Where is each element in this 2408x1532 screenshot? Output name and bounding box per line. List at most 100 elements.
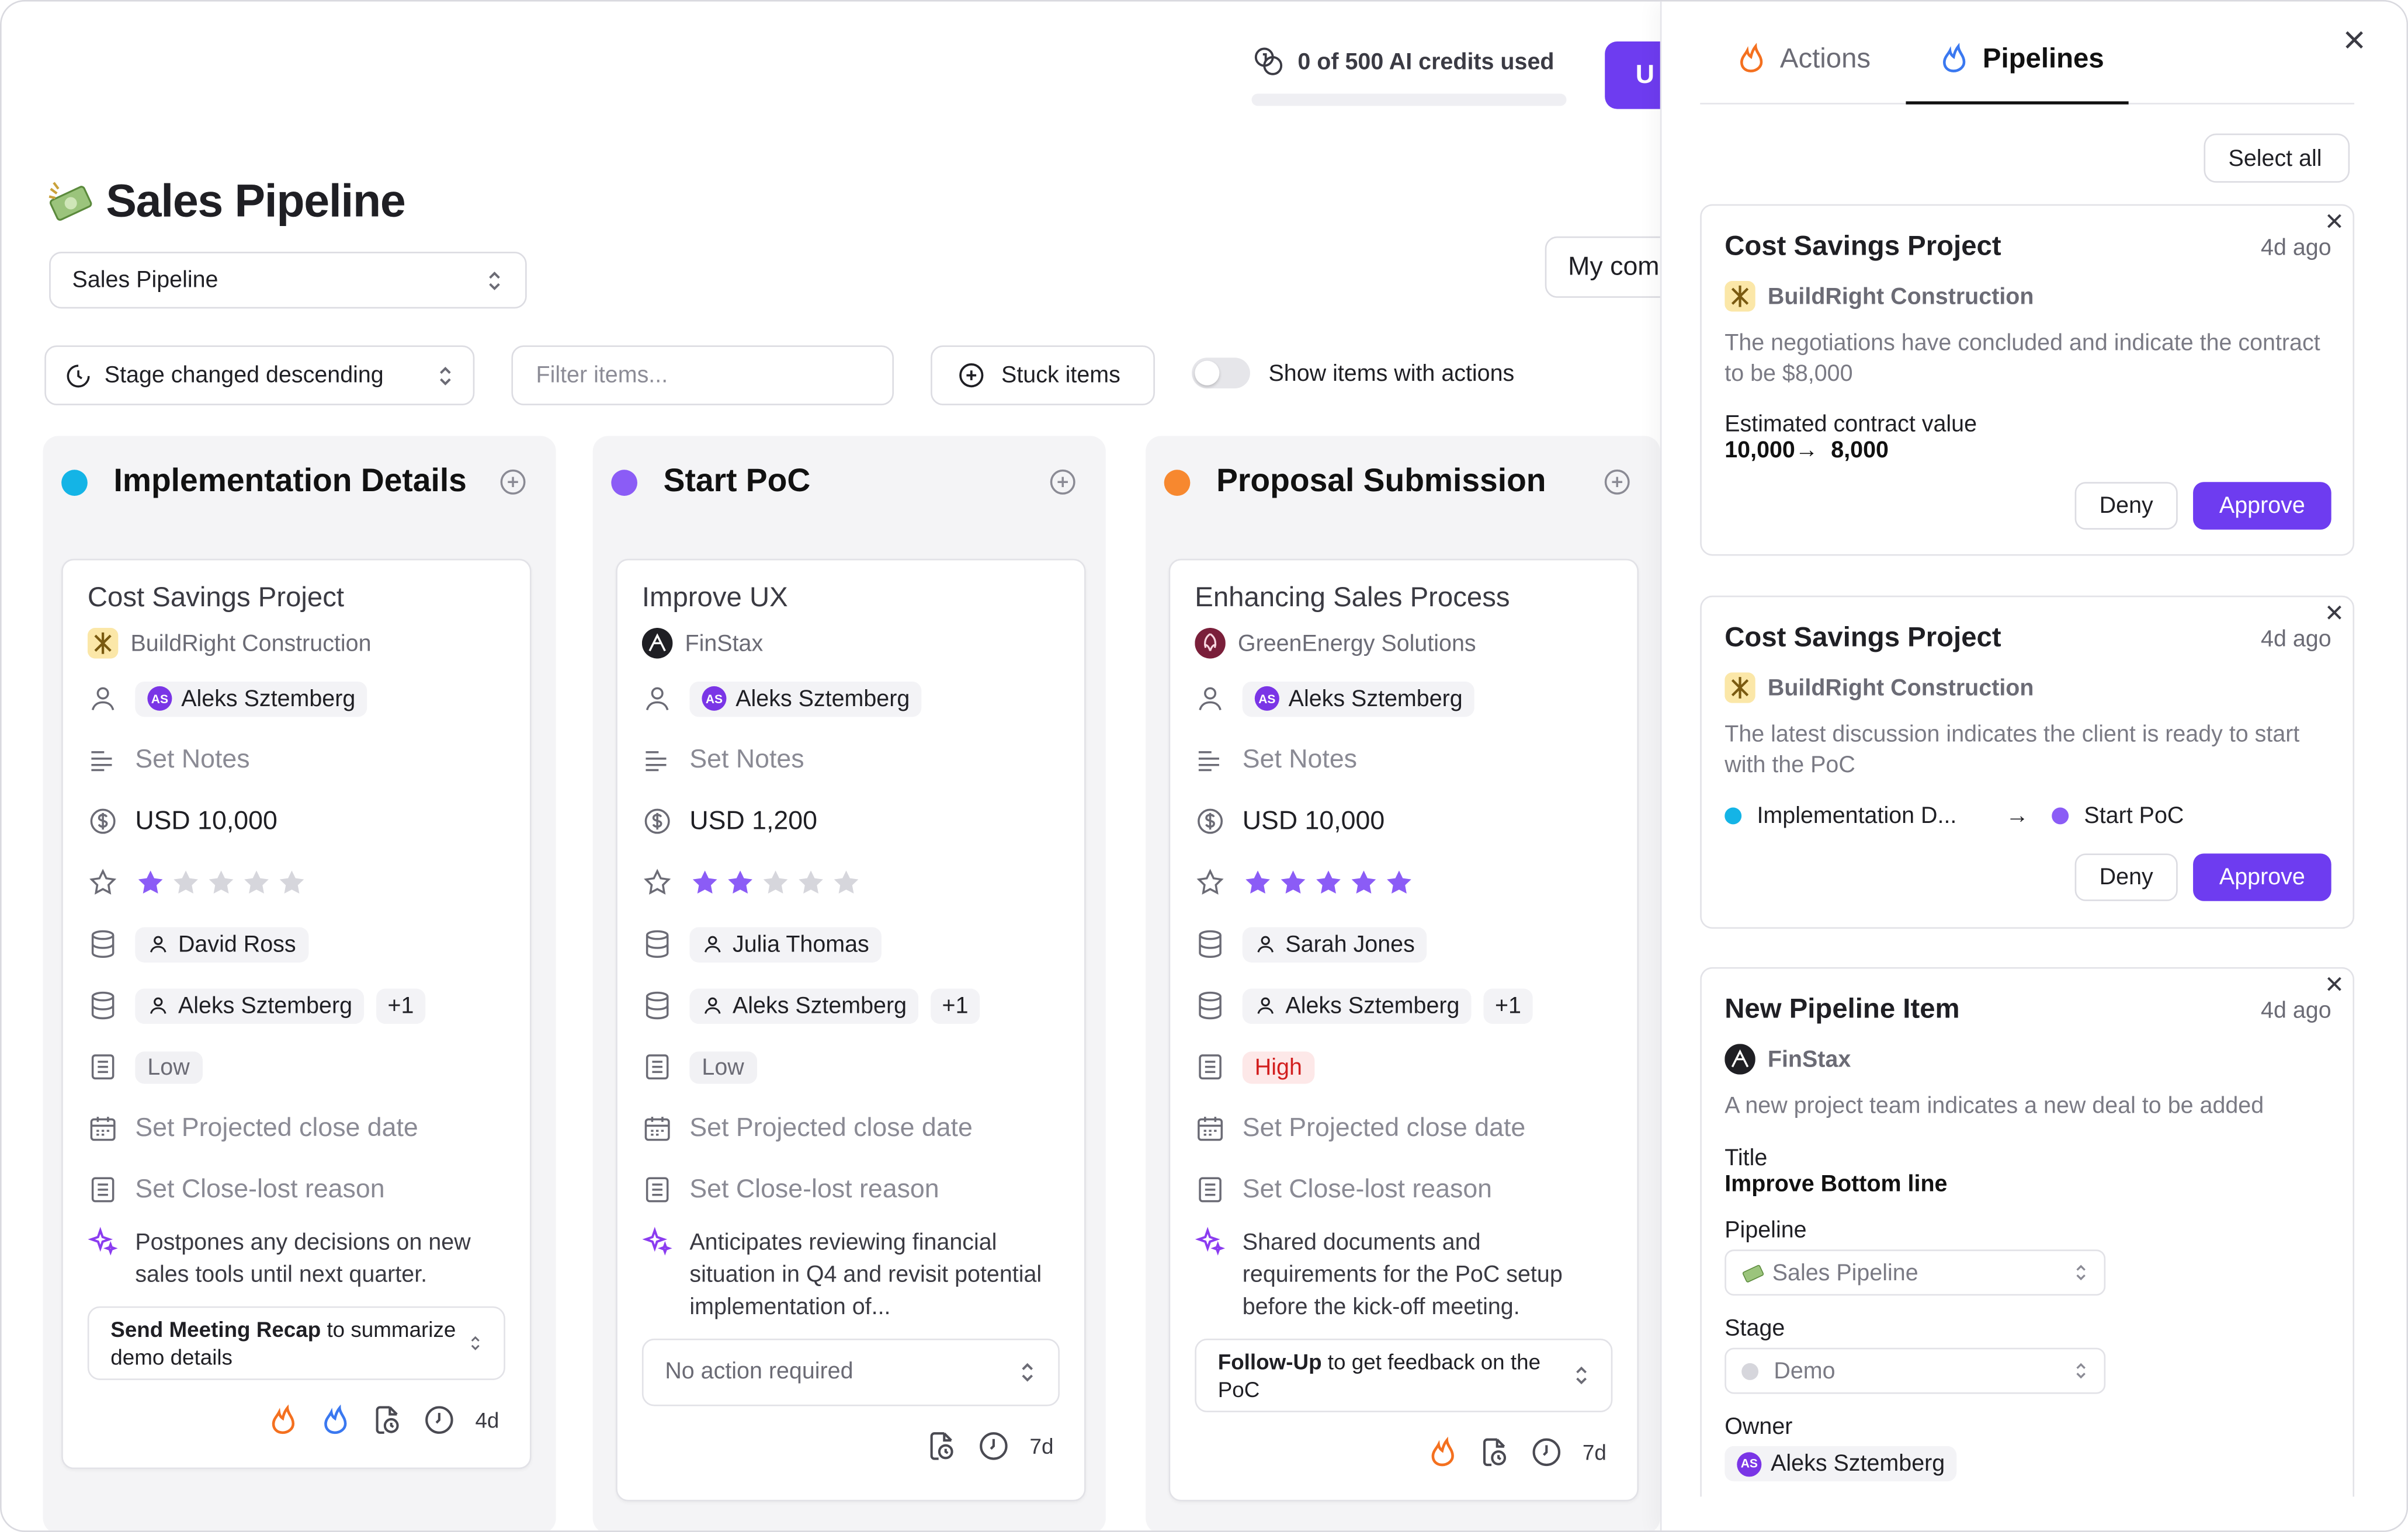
pipeline-select[interactable]: Sales Pipeline [49, 252, 527, 309]
priority-field[interactable]: High [1195, 1036, 1612, 1097]
team-more-chip[interactable]: +1 [931, 988, 979, 1023]
star-empty-icon[interactable] [241, 867, 272, 898]
flame-orange-icon [1740, 43, 1763, 72]
value-change: 10,000→ 8,000 [1725, 437, 2331, 464]
owner-field[interactable]: AS Aleks Sztemberg [88, 668, 505, 729]
person-icon [150, 936, 166, 953]
star-filled-icon[interactable] [1243, 867, 1274, 898]
document-clock-icon[interactable] [1478, 1435, 1512, 1469]
owner-value[interactable]: AS Aleks Sztemberg [1725, 1446, 2331, 1482]
company-name: FinStax [685, 630, 764, 656]
contact-field[interactable]: Sarah Jones [1195, 913, 1612, 975]
stuck-items-label: Stuck items [1001, 362, 1120, 388]
star-empty-icon[interactable] [206, 867, 237, 898]
value-field[interactable]: USD 10,000 [88, 791, 505, 852]
column-title: Start PoC [663, 463, 811, 499]
notes-field[interactable]: Set Notes [88, 729, 505, 790]
close-lost-field[interactable]: Set Close-lost reason [642, 1159, 1060, 1220]
stage-select[interactable]: Demo [1725, 1347, 2106, 1394]
add-item-icon[interactable] [1047, 467, 1078, 498]
star-filled-icon[interactable] [135, 867, 166, 898]
team-more-chip[interactable]: +1 [377, 988, 425, 1023]
ai-insight: Shared documents and requirements for th… [1195, 1220, 1612, 1323]
card-company[interactable]: GreenEnergy Solutions [1195, 627, 1612, 659]
close-date-field[interactable]: Set Projected close date [1195, 1097, 1612, 1159]
star-empty-icon[interactable] [796, 867, 827, 898]
star-filled-icon[interactable] [725, 867, 756, 898]
calendar-icon [1198, 1117, 1223, 1141]
close-date-placeholder: Set Projected close date [1242, 1113, 1526, 1142]
star-filled-icon[interactable] [1313, 867, 1344, 898]
deny-button[interactable]: Deny [2074, 853, 2178, 901]
star-empty-icon[interactable] [831, 867, 862, 898]
card-company[interactable]: BuildRight Construction [87, 627, 505, 659]
owner-field[interactable]: AS Aleks Sztemberg [642, 668, 1060, 729]
flame-blue-icon[interactable] [318, 1403, 352, 1437]
pipeline-card[interactable]: Enhancing Sales Process GreenEnergy Solu… [1168, 558, 1639, 1502]
flame-orange-icon[interactable] [266, 1403, 300, 1437]
ai-insight-text: Shared documents and requirements for th… [1242, 1229, 1563, 1321]
suggestion-actions: Deny Approve [1725, 853, 2331, 924]
deny-button[interactable]: Deny [2074, 482, 2178, 530]
team-field[interactable]: Aleks Sztemberg +1 [1195, 975, 1612, 1036]
tab-pipelines[interactable]: Pipelines [1937, 41, 2104, 75]
close-lost-field[interactable]: Set Close-lost reason [88, 1159, 505, 1220]
rating-field[interactable] [1195, 852, 1612, 913]
add-item-icon[interactable] [1602, 467, 1633, 498]
close-date-field[interactable]: Set Projected close date [88, 1097, 505, 1159]
approve-button[interactable]: Approve [2193, 853, 2331, 901]
document-clock-icon[interactable] [925, 1429, 959, 1463]
team-name: Aleks Sztemberg [1285, 992, 1460, 1019]
arrow-icon: → [2005, 803, 2029, 829]
pipeline-card[interactable]: Improve UX FinStax AS Aleks Sztemberg Set… [616, 558, 1086, 1502]
star-empty-icon[interactable] [760, 867, 791, 898]
close-lost-field[interactable]: Set Close-lost reason [1195, 1159, 1612, 1220]
rating-field[interactable] [88, 852, 505, 913]
contact-field[interactable]: David Ross [88, 913, 505, 975]
team-more-chip[interactable]: +1 [1484, 988, 1532, 1023]
rating-stars[interactable] [1243, 867, 1414, 898]
next-action-select[interactable]: Send Meeting Recap to summarize demo det… [87, 1306, 505, 1380]
approve-button[interactable]: Approve [2193, 482, 2331, 530]
close-date-field[interactable]: Set Projected close date [642, 1097, 1060, 1159]
priority-field[interactable]: Low [88, 1036, 505, 1097]
person-icon [1257, 936, 1274, 953]
priority-field[interactable]: Low [642, 1036, 1060, 1097]
add-item-icon[interactable] [498, 467, 529, 498]
star-empty-icon[interactable] [276, 867, 307, 898]
filter-input[interactable] [511, 345, 894, 405]
star-filled-icon[interactable] [1384, 867, 1415, 898]
rating-stars[interactable] [135, 867, 307, 898]
select-all-button[interactable]: Select all [2204, 133, 2350, 183]
pipeline-select[interactable]: Sales Pipeline [1725, 1249, 2106, 1296]
contact-name: Sarah Jones [1285, 931, 1415, 957]
star-filled-icon[interactable] [1348, 867, 1379, 898]
team-field[interactable]: Aleks Sztemberg +1 [642, 975, 1060, 1036]
value-field[interactable]: USD 10,000 [1195, 791, 1612, 852]
notes-field[interactable]: Set Notes [1195, 729, 1612, 790]
rating-field[interactable] [642, 852, 1060, 913]
pipeline-card[interactable]: Cost Savings Project BuildRight Construc… [61, 558, 532, 1470]
document-clock-icon[interactable] [371, 1403, 405, 1437]
contact-field[interactable]: Julia Thomas [642, 913, 1060, 975]
notes-icon [91, 751, 112, 772]
next-action-select[interactable]: Follow-Up to get feedback on the PoC [1195, 1338, 1613, 1413]
close-icon[interactable] [2342, 27, 2367, 52]
value-field[interactable]: USD 1,200 [642, 791, 1060, 852]
tab-actions[interactable]: Actions [1734, 41, 1871, 75]
flame-orange-icon[interactable] [1426, 1435, 1460, 1469]
star-filled-icon[interactable] [1278, 867, 1309, 898]
show-actions-toggle[interactable] [1192, 357, 1250, 388]
sort-select[interactable]: Stage changed descending [44, 345, 475, 405]
show-actions-toggle-group: Show items with actions [1192, 357, 1514, 388]
contact-chip: Julia Thomas [689, 926, 882, 962]
rating-stars[interactable] [689, 867, 861, 898]
card-company[interactable]: FinStax [641, 627, 1060, 659]
notes-field[interactable]: Set Notes [642, 729, 1060, 790]
next-action-select[interactable]: No action required [641, 1338, 1060, 1406]
team-field[interactable]: Aleks Sztemberg +1 [88, 975, 505, 1036]
owner-field[interactable]: AS Aleks Sztemberg [1195, 668, 1612, 729]
star-filled-icon[interactable] [689, 867, 720, 898]
star-empty-icon[interactable] [171, 867, 202, 898]
stuck-items-button[interactable]: Stuck items [931, 345, 1155, 405]
